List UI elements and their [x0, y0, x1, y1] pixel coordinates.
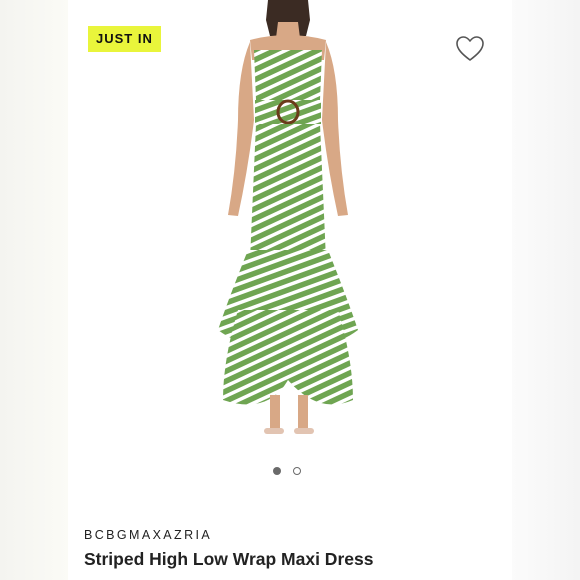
product-title[interactable]: Striped High Low Wrap Maxi Dress [84, 549, 373, 570]
carousel-dot-2[interactable] [293, 467, 301, 475]
carousel-dot-1[interactable] [273, 467, 281, 475]
side-background-right [512, 0, 580, 580]
product-brand[interactable]: BCBGMAXAZRIA [84, 528, 212, 542]
product-card[interactable]: JUST IN BCBGMAXAZRIA Striped High Low Wr… [68, 0, 512, 580]
carousel-dots [273, 467, 301, 475]
side-background-left [0, 0, 68, 580]
heart-outline-icon[interactable] [456, 36, 484, 62]
just-in-badge: JUST IN [88, 26, 161, 52]
product-image[interactable] [198, 0, 378, 445]
